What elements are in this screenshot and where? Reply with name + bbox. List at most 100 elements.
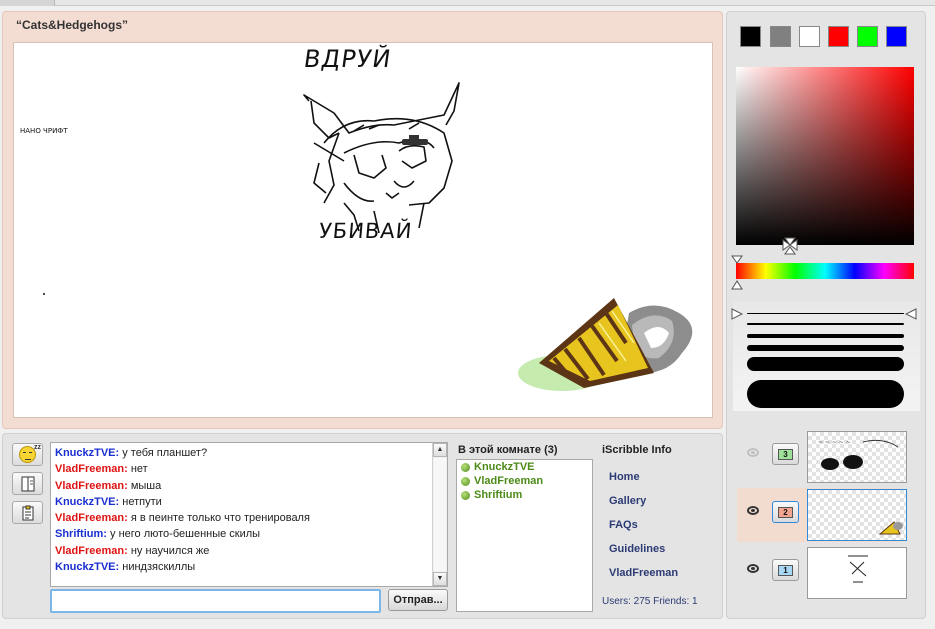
scroll-down-icon[interactable]: ▼ bbox=[433, 572, 447, 586]
smiley-button[interactable]: zz bbox=[12, 443, 43, 466]
chat-text: ниндзяскиллы bbox=[122, 561, 196, 574]
chat-message: KnuckzTVE: ниндзяскиллы bbox=[55, 561, 196, 574]
brush-size-1[interactable] bbox=[747, 313, 904, 314]
chat-text: у тебя планшет? bbox=[122, 447, 208, 459]
layer-row-2[interactable]: 2 bbox=[737, 488, 907, 542]
visibility-eye-icon[interactable] bbox=[747, 564, 759, 573]
chat-username[interactable]: VladFreeman bbox=[55, 512, 124, 524]
hue-marker-bottom-icon[interactable] bbox=[731, 280, 743, 290]
layer-thumbnail[interactable]: ~ ~ ~ ~ ~ bbox=[807, 431, 907, 483]
svg-text:~ ~ ~ ~ ~: ~ ~ ~ ~ ~ bbox=[818, 439, 851, 446]
canvas-panel: “Cats&Hedgehogs” ВДРУЙ УБИВАЙ НАНО ЧРИФТ bbox=[2, 11, 723, 429]
swatch-green[interactable] bbox=[857, 26, 878, 47]
sleep-z-icon: zz bbox=[34, 444, 41, 451]
picker-cursor-icon bbox=[782, 237, 798, 255]
chat-text: нет bbox=[130, 463, 148, 476]
dictionary-icon bbox=[21, 476, 34, 491]
chat-username[interactable]: VladFreeman bbox=[55, 545, 124, 557]
layer-select-button[interactable]: 2 bbox=[772, 501, 799, 523]
users-friends-stats: Users: 275 Friends: 1 bbox=[602, 596, 698, 607]
layer-2-preview bbox=[878, 521, 903, 535]
send-button[interactable]: Отправ... bbox=[388, 589, 448, 611]
layer-number: 2 bbox=[778, 506, 793, 518]
gallery-link[interactable]: Gallery bbox=[609, 495, 646, 507]
brush-size-6[interactable] bbox=[747, 345, 904, 351]
chat-message: KnuckzTVE: нетпути bbox=[55, 495, 162, 508]
room-users-heading: В этой комнате (3) bbox=[458, 444, 558, 456]
chat-message: VladFreeman: ну научился же bbox=[55, 544, 210, 557]
faqs-link[interactable]: FAQs bbox=[609, 519, 638, 531]
online-status-icon bbox=[461, 490, 470, 500]
brush-size-selector[interactable] bbox=[733, 301, 920, 411]
online-status-icon bbox=[461, 476, 470, 486]
swatch-red[interactable] bbox=[828, 26, 849, 47]
chat-text: я в пеинте только что тренироваля bbox=[130, 512, 310, 525]
visibility-eye-icon[interactable] bbox=[747, 506, 759, 515]
layer-number: 3 bbox=[778, 448, 793, 460]
room-user[interactable]: KnuckzTVE bbox=[461, 461, 535, 473]
dictionary-button[interactable] bbox=[12, 472, 43, 495]
info-heading: iScribble Info bbox=[602, 444, 672, 456]
room-user[interactable]: VladFreeman bbox=[461, 475, 543, 487]
drawing-canvas[interactable]: ВДРУЙ УБИВАЙ НАНО ЧРИФТ bbox=[13, 42, 713, 418]
brush-size-14[interactable] bbox=[747, 357, 904, 371]
chat-text: у него люто-бешенные скилы bbox=[110, 528, 261, 541]
chat-text: ну научился же bbox=[130, 544, 210, 557]
scroll-up-icon[interactable]: ▲ bbox=[433, 443, 447, 457]
profile-link[interactable]: VladFreeman bbox=[609, 567, 678, 579]
chat-message: VladFreeman: нет bbox=[55, 463, 148, 476]
chat-message: VladFreeman: я в пеинте только что трени… bbox=[55, 512, 310, 525]
brush-size-4[interactable] bbox=[747, 334, 904, 338]
chat-message: VladFreeman: мыша bbox=[55, 479, 162, 492]
home-link[interactable]: Home bbox=[609, 471, 640, 483]
chat-username[interactable]: KnuckzTVE bbox=[55, 447, 116, 459]
chat-panel: zz KnuckzTVE: у тебя планшет? VladFreema… bbox=[2, 433, 723, 619]
guidelines-link[interactable]: Guidelines bbox=[609, 543, 665, 555]
layer-thumbnail[interactable] bbox=[807, 489, 907, 541]
layers-panel: 3 ~ ~ ~ ~ ~ 2 1 bbox=[731, 428, 923, 606]
chat-log[interactable]: KnuckzTVE: у тебя планшет? VladFreeman: … bbox=[50, 442, 448, 587]
chat-input[interactable] bbox=[50, 589, 381, 613]
browser-tab[interactable] bbox=[0, 0, 55, 6]
layer-3-preview: ~ ~ ~ ~ ~ bbox=[818, 439, 899, 470]
brush-size-2[interactable] bbox=[747, 323, 904, 325]
chat-text: мыша bbox=[130, 479, 162, 492]
layer-select-button[interactable]: 3 bbox=[772, 443, 799, 465]
brush-size-28[interactable] bbox=[747, 380, 904, 408]
top-tab-strip bbox=[0, 0, 935, 6]
swatch-gray[interactable] bbox=[770, 26, 791, 47]
chat-scrollbar[interactable]: ▲ ▼ bbox=[432, 443, 447, 586]
color-picker-square[interactable] bbox=[736, 67, 914, 245]
hue-marker-top-icon[interactable] bbox=[731, 255, 743, 265]
chat-message: Shriftium: у него люто-бешенные скилы bbox=[55, 528, 261, 541]
room-title: “Cats&Hedgehogs” bbox=[16, 18, 129, 32]
chat-username[interactable]: KnuckzTVE bbox=[55, 496, 116, 508]
chat-username[interactable]: KnuckzTVE bbox=[55, 561, 116, 573]
room-user-name: Shriftium bbox=[474, 489, 523, 501]
chat-messages: KnuckzTVE: у тебя планшет? VladFreeman: … bbox=[55, 445, 433, 575]
online-status-icon bbox=[461, 462, 470, 472]
layer-row-1[interactable]: 1 bbox=[737, 546, 907, 600]
layer-select-button[interactable]: 1 bbox=[772, 559, 799, 581]
visibility-eye-icon[interactable] bbox=[747, 448, 759, 457]
chat-text: нетпути bbox=[122, 495, 162, 508]
layer-thumbnail[interactable] bbox=[807, 547, 907, 599]
room-users-list[interactable]: KnuckzTVE VladFreeman Shriftium bbox=[456, 459, 593, 612]
hue-slider[interactable] bbox=[736, 263, 914, 279]
tool-panel: 3 ~ ~ ~ ~ ~ 2 1 bbox=[726, 11, 926, 619]
layer-1-preview bbox=[848, 555, 868, 583]
chat-username[interactable]: Shriftium bbox=[55, 528, 103, 540]
brush-marker-right-icon bbox=[905, 308, 917, 320]
room-user[interactable]: Shriftium bbox=[461, 489, 522, 501]
chat-username[interactable]: VladFreeman bbox=[55, 480, 124, 492]
swatch-blue[interactable] bbox=[886, 26, 907, 47]
clipboard-icon bbox=[22, 505, 33, 520]
swatch-white[interactable] bbox=[799, 26, 820, 47]
canvas-drawing bbox=[43, 82, 693, 391]
scroll-thumb[interactable] bbox=[434, 458, 446, 571]
chat-username[interactable]: VladFreeman bbox=[55, 463, 124, 475]
clipboard-button[interactable] bbox=[12, 501, 43, 524]
brush-marker-left-icon bbox=[731, 308, 743, 320]
layer-row-3[interactable]: 3 ~ ~ ~ ~ ~ bbox=[737, 430, 907, 484]
swatch-black[interactable] bbox=[740, 26, 761, 47]
